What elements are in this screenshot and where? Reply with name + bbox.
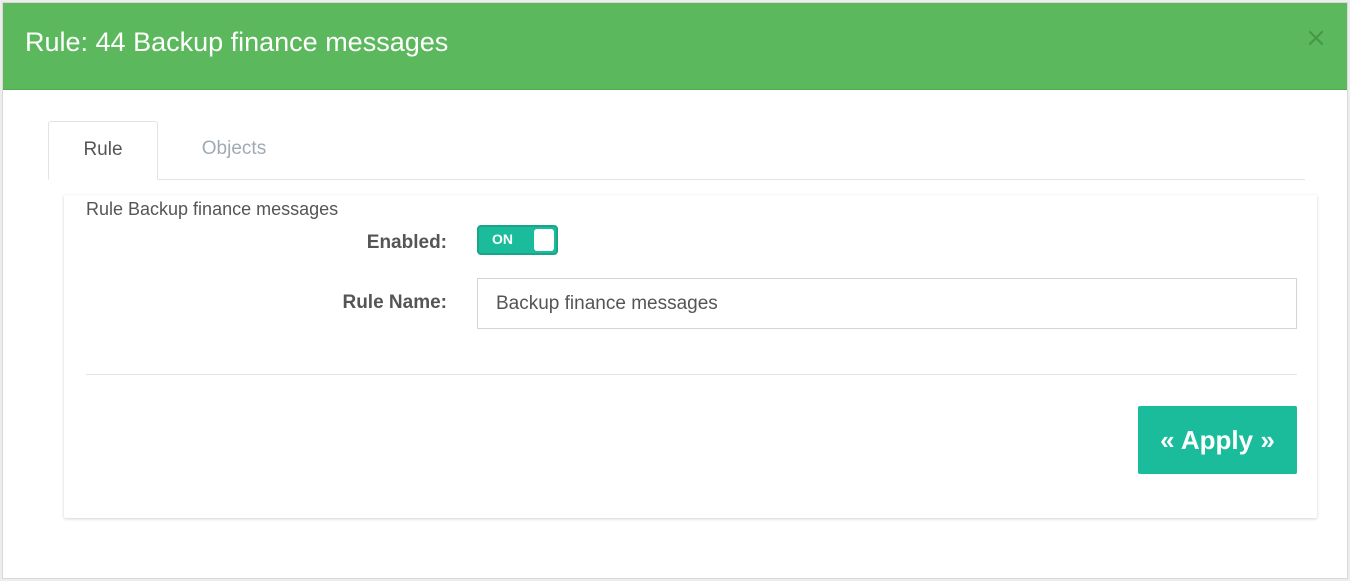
rule-dialog: Rule: 44 Backup finance messages × Rule … [2, 2, 1348, 579]
tab-objects[interactable]: Objects [176, 121, 292, 180]
enabled-label: Enabled: [366, 232, 447, 253]
panel-heading: Rule Backup finance messages [86, 199, 339, 219]
close-button[interactable]: × [1305, 23, 1327, 53]
rule-form-panel: Rule Backup finance messages Enabled: ON… [64, 195, 1317, 518]
tab-rule[interactable]: Rule [48, 121, 158, 180]
form-divider [86, 374, 1297, 375]
tab-bar: Rule Objects [48, 121, 1305, 180]
enabled-toggle[interactable]: ON [477, 225, 558, 255]
rule-name-input[interactable] [477, 278, 1297, 329]
toggle-state-label: ON [492, 231, 513, 247]
rule-name-label: Rule Name: [342, 292, 447, 313]
dialog-header: Rule: 44 Backup finance messages × [3, 3, 1347, 90]
toggle-knob [534, 229, 554, 251]
apply-button[interactable]: « Apply » [1138, 406, 1297, 474]
dialog-title: Rule: 44 Backup finance messages [25, 27, 449, 57]
